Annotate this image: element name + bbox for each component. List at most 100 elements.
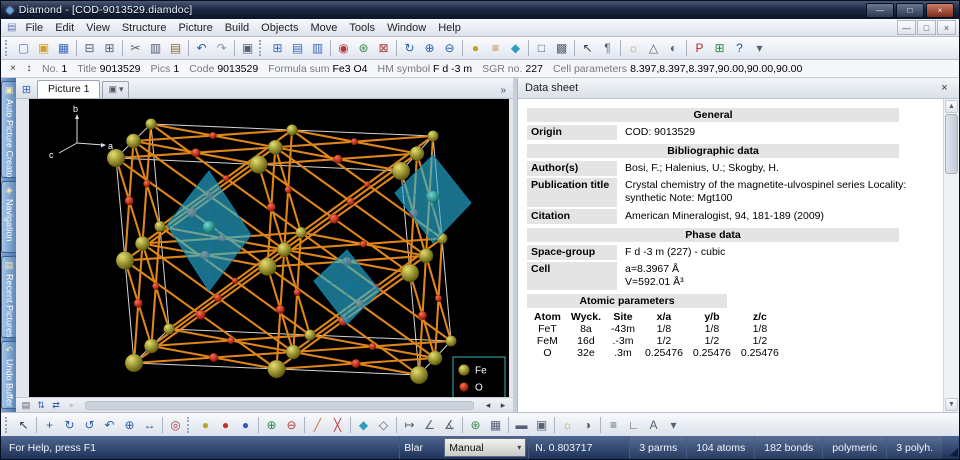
layers-icon[interactable]: ≡ <box>604 416 623 434</box>
remove-atom-icon[interactable]: ⊖ <box>282 416 301 434</box>
lighting-icon[interactable]: ☼ <box>624 39 643 57</box>
atom-generic-icon[interactable]: ● <box>236 416 255 434</box>
atom-fe-icon[interactable]: ● <box>196 416 215 434</box>
fe-atom[interactable] <box>410 146 425 161</box>
toolbar-grip[interactable] <box>187 417 192 433</box>
fe-atom[interactable] <box>164 324 175 335</box>
structure-wizard-icon[interactable]: ◉ <box>334 39 353 57</box>
destroy-bond-icon[interactable]: ╳ <box>328 416 347 434</box>
fe-atom[interactable] <box>146 119 157 130</box>
labels-icon[interactable]: A <box>644 416 663 434</box>
fe-atom[interactable] <box>428 351 443 366</box>
title-bar[interactable]: ◆ Diamond - [COD-9013529.diamdoc] — □ × <box>1 1 959 19</box>
perspective-icon[interactable]: △ <box>644 39 663 57</box>
fe-atom[interactable] <box>410 366 428 384</box>
o-atom[interactable] <box>369 343 376 350</box>
add-atoms-icon[interactable]: ● <box>466 39 485 57</box>
undo-icon[interactable]: ↶ <box>192 39 211 57</box>
central-atom[interactable] <box>427 191 439 203</box>
data-sheet-scrollbar[interactable]: ▲ ▼ <box>943 99 959 412</box>
print-preview-icon[interactable]: ⊞ <box>100 39 119 57</box>
cut-icon[interactable]: ✂ <box>126 39 145 57</box>
o-atom[interactable] <box>360 241 367 248</box>
tab-picture-1[interactable]: Picture 1 <box>37 80 100 98</box>
side-tab-recent-pictures[interactable]: ▤Recent Pictures <box>1 256 16 337</box>
fe-atom[interactable] <box>259 258 277 276</box>
o-atom[interactable] <box>223 175 229 181</box>
properties-icon[interactable]: ¶ <box>598 39 617 57</box>
wireframe-icon[interactable]: ◇ <box>374 416 393 434</box>
fe-atom[interactable] <box>135 236 150 251</box>
polyhedra-icon[interactable]: ◆ <box>506 39 525 57</box>
close-infobar-icon[interactable]: × <box>6 62 20 76</box>
close-panel-icon[interactable]: × <box>937 81 952 95</box>
o-atom[interactable] <box>134 299 143 308</box>
stereo-icon[interactable]: ◐ <box>664 39 683 57</box>
menu-window[interactable]: Window <box>381 21 432 35</box>
menu-view[interactable]: View <box>80 21 116 35</box>
o-atom[interactable] <box>125 196 134 205</box>
mode-combobox[interactable]: Manual ▾ <box>444 438 526 457</box>
rotate-y-icon[interactable]: ↺ <box>80 416 99 434</box>
actual-size-icon[interactable]: ▫ <box>64 399 78 411</box>
side-tab-undo-buffer[interactable]: ↶Undo Buffer <box>1 341 16 409</box>
o-atom[interactable] <box>347 198 355 206</box>
pointer-mode-icon[interactable]: ↖ <box>578 39 597 57</box>
walls-icon[interactable]: ▬ <box>512 416 531 434</box>
scrollbar-thumb[interactable] <box>945 114 958 174</box>
toolbar-grip[interactable] <box>5 417 10 433</box>
o-atom[interactable] <box>334 155 343 164</box>
o-atom[interactable] <box>276 305 285 314</box>
fe-atom[interactable] <box>401 264 419 282</box>
central-atom[interactable] <box>203 221 215 233</box>
fe-atom[interactable] <box>107 149 125 167</box>
fit-width-icon[interactable]: ⇄ <box>49 399 63 411</box>
move-mode-icon[interactable]: + <box>40 416 59 434</box>
toolbar-grip[interactable] <box>259 40 264 56</box>
measure-angle-icon[interactable]: ∠ <box>420 416 439 434</box>
pack-cell-icon[interactable]: ▩ <box>552 39 571 57</box>
o-atom[interactable] <box>214 294 222 302</box>
horizontal-scrollbar[interactable] <box>85 401 474 410</box>
delete-picture-icon[interactable]: ⊠ <box>374 39 393 57</box>
o-atom[interactable] <box>227 337 234 344</box>
atom-o-icon[interactable]: ● <box>216 416 235 434</box>
o-atom[interactable] <box>352 359 361 368</box>
o-atom[interactable] <box>143 180 150 187</box>
help-icon[interactable]: ? <box>730 39 749 57</box>
fe-atom[interactable] <box>126 134 141 149</box>
new-picture-icon[interactable]: ⊛ <box>354 39 373 57</box>
open-file-icon[interactable]: ▣ <box>34 39 53 57</box>
structure-view[interactable]: bacFeO <box>29 99 509 405</box>
new-document-icon[interactable]: ▢ <box>14 39 33 57</box>
menu-objects[interactable]: Objects <box>255 21 304 35</box>
create-bond-icon[interactable]: ╱ <box>308 416 327 434</box>
paste-icon[interactable]: ▤ <box>166 39 185 57</box>
rotate-view-icon[interactable]: ↻ <box>400 39 419 57</box>
snapshot-icon[interactable]: ▣ <box>532 416 551 434</box>
copy-image-icon[interactable]: ▣ <box>238 39 257 57</box>
grow-cluster-icon[interactable]: ⊛ <box>466 416 485 434</box>
fill-cell-icon[interactable]: ▦ <box>486 416 505 434</box>
zoom-mode-icon[interactable]: ⊕ <box>120 416 139 434</box>
fe-atom[interactable] <box>277 242 292 257</box>
o-atom[interactable] <box>267 203 276 212</box>
fe-atom[interactable] <box>116 252 134 270</box>
redo-icon[interactable]: ↷ <box>212 39 231 57</box>
o-atom[interactable] <box>232 278 238 284</box>
lighting-mode-icon[interactable]: ☼ <box>558 416 577 434</box>
fe-atom[interactable] <box>250 156 268 174</box>
periodic-table-icon[interactable]: ⊞ <box>710 39 729 57</box>
minimize-button[interactable]: — <box>866 3 894 18</box>
scroll-up-icon[interactable]: ▲ <box>945 100 958 113</box>
menu-help[interactable]: Help <box>432 21 467 35</box>
o-atom[interactable] <box>196 310 206 320</box>
fe-atom[interactable] <box>125 354 143 372</box>
fe-atom[interactable] <box>392 162 410 180</box>
menu-structure[interactable]: Structure <box>116 21 173 35</box>
rotate-x-icon[interactable]: ↻ <box>60 416 79 434</box>
side-tab-auto-picture-creator[interactable]: ▣Auto Picture Creator <box>1 81 16 178</box>
menu-picture[interactable]: Picture <box>172 21 218 35</box>
menu-file[interactable]: File <box>19 21 49 35</box>
mdi-restore-button[interactable]: □ <box>917 20 936 35</box>
